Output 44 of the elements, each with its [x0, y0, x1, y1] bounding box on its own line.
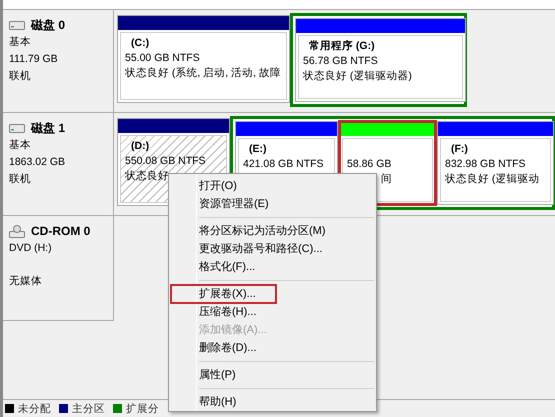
- drive-letter: DVD (H:): [9, 241, 53, 255]
- hard-drive-icon: [9, 20, 25, 30]
- hard-drive-icon: [9, 124, 25, 132]
- menu-item[interactable]: 帮助(H): [169, 393, 244, 411]
- disk-name: 磁盘 1: [31, 121, 66, 135]
- partition-size: 550.08 GB NTFS: [125, 155, 207, 168]
- partition-status: 状态良好 (系统, 启动, 活动, 故障: [125, 67, 282, 80]
- menu-item[interactable]: 更改驱动器号和路径(C)...: [169, 240, 330, 258]
- partition-status: 状态良好: [125, 170, 170, 183]
- partition-block[interactable]: 常用程序 (G:) 56.78 GB NTFS 状态良好 (逻辑驱动器): [295, 18, 466, 102]
- disk-status: 联机: [9, 172, 32, 186]
- legend-label: 主分区: [72, 402, 105, 416]
- menu-item[interactable]: 将分区标记为活动分区(M): [169, 222, 334, 240]
- partition-label: (F:): [450, 143, 469, 156]
- legend-label: 未分配: [18, 402, 51, 416]
- cd-drive-icon: [9, 224, 25, 238]
- partition-size: 421.08 GB NTFS: [243, 158, 325, 171]
- menu-item[interactable]: 删除卷(D)...: [169, 339, 264, 357]
- partition-size: 832.98 GB NTFS: [445, 158, 527, 171]
- partition-size: 56.78 GB NTFS: [303, 55, 379, 68]
- menu-item[interactable]: 扩展卷(X)...: [171, 285, 276, 303]
- partition-label: (D:): [130, 140, 150, 153]
- media-status: 无媒体: [9, 274, 43, 288]
- disk-name: 磁盘 0: [31, 18, 66, 32]
- partition-size: 55.00 GB NTFS: [125, 52, 201, 65]
- partition-label: (C:): [130, 37, 150, 50]
- partition-size: 58.86 GB: [347, 158, 392, 171]
- partition-block[interactable]: (C:) 55.00 GB NTFS 状态良好 (系统, 启动, 活动, 故障: [117, 15, 290, 103]
- legend-label: 扩展分: [126, 402, 159, 416]
- disk-size: 111.79 GB: [9, 52, 59, 66]
- disk-type: 基本: [9, 138, 32, 152]
- disk-size: 1863.02 GB: [9, 155, 66, 169]
- partition-status: 状态良好 (逻辑驱动: [445, 173, 540, 186]
- disk-status: 联机: [9, 69, 32, 83]
- menu-item[interactable]: 格式化(F)...: [169, 258, 264, 276]
- partition-block[interactable]: (F:) 832.98 GB NTFS 状态良好 (逻辑驱动: [437, 121, 554, 205]
- disk-name: CD-ROM 0: [31, 224, 90, 238]
- partition-status: 状态良好 (逻辑驱动器): [303, 70, 413, 83]
- menu-item[interactable]: 压缩卷(H)...: [169, 303, 264, 321]
- partition-label: (E:): [248, 143, 268, 156]
- partition-label: 常用程序 (G:): [308, 40, 376, 53]
- disk-type: 基本: [9, 35, 32, 49]
- menu-item[interactable]: 属性(P): [169, 366, 244, 384]
- partition-status: 间: [381, 173, 393, 186]
